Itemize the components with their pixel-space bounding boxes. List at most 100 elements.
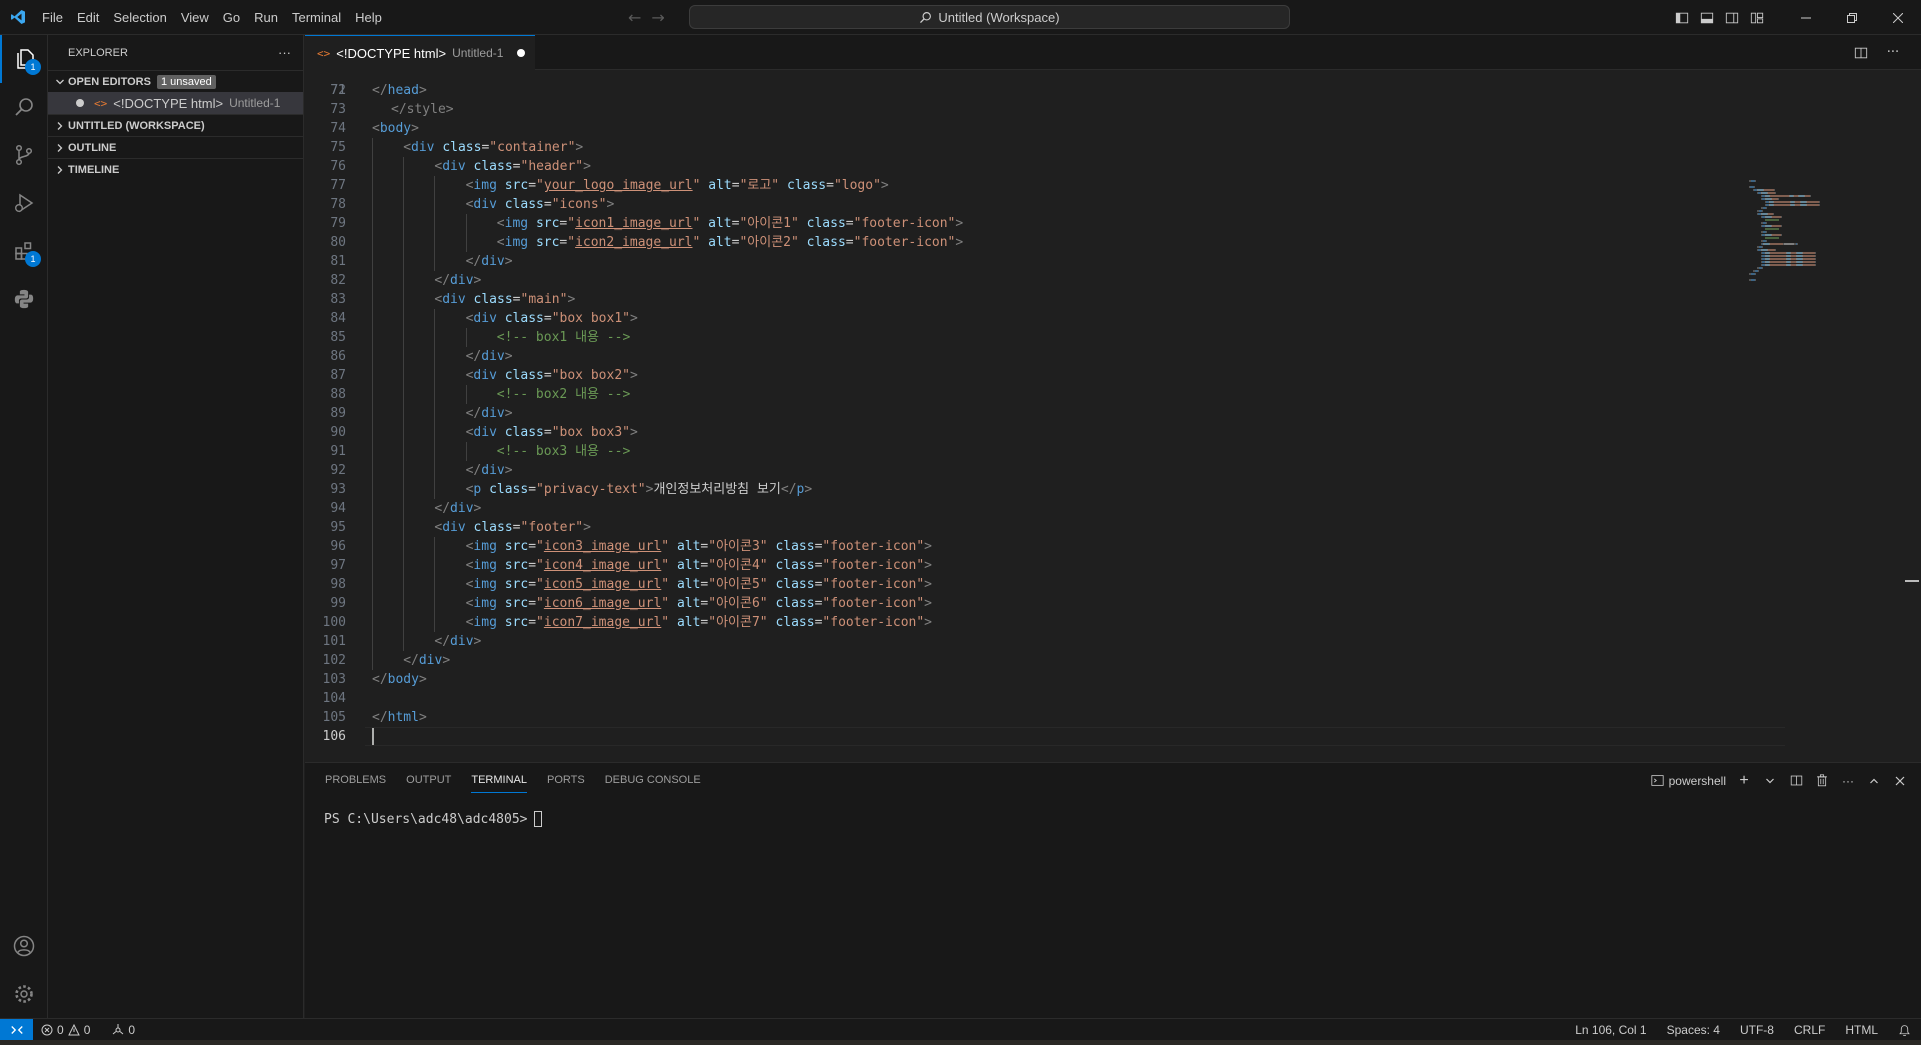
explorer-more-actions-icon[interactable]: ···: [278, 45, 291, 60]
open-editor-item[interactable]: <> <!DOCTYPE html> Untitled-1: [48, 92, 303, 114]
close-window-icon[interactable]: [1875, 0, 1921, 35]
activity-manage[interactable]: [0, 970, 48, 1018]
activity-explorer[interactable]: 1: [0, 35, 48, 83]
minimap[interactable]: [1749, 70, 1859, 300]
indent-guide: [372, 423, 373, 442]
code-token: class: [775, 615, 815, 630]
code-token: src: [535, 216, 560, 231]
menu-terminal[interactable]: Terminal: [285, 0, 348, 35]
remote-indicator[interactable]: [0, 1018, 33, 1041]
tab-ports[interactable]: PORTS: [537, 763, 595, 798]
code-token: class: [775, 539, 815, 554]
activity-accounts[interactable]: [0, 922, 48, 970]
language-mode[interactable]: HTML: [1845, 1023, 1878, 1037]
panel-more-actions-icon[interactable]: ···: [1837, 770, 1859, 792]
indent-guide: [403, 423, 405, 442]
indent-guide: [403, 594, 405, 613]
activity-source-control[interactable]: [0, 131, 48, 179]
code-token: >: [411, 121, 419, 136]
outline-section[interactable]: OUTLINE: [48, 136, 303, 158]
problems-status[interactable]: 0 0 0: [33, 1023, 135, 1037]
menu-file[interactable]: File: [35, 0, 70, 35]
indentation[interactable]: Spaces: 4: [1667, 1023, 1720, 1037]
minimap-stroke: [1762, 210, 1763, 212]
menu-view[interactable]: View: [174, 0, 216, 35]
close-panel-icon[interactable]: [1889, 770, 1911, 792]
line-number: 105: [322, 710, 346, 725]
toggle-secondary-sidebar-icon[interactable]: [1719, 0, 1744, 35]
tab-untitled-1[interactable]: <> <!DOCTYPE html> Untitled-1: [305, 35, 535, 70]
code-token: >: [418, 672, 427, 687]
restore-icon[interactable]: [1829, 0, 1875, 35]
timeline-section[interactable]: TIMELINE: [48, 158, 303, 180]
end-of-line[interactable]: CRLF: [1794, 1023, 1825, 1037]
line-number: 88: [330, 387, 346, 402]
indent-guide: [434, 309, 436, 328]
command-center-search[interactable]: Untitled (Workspace): [689, 5, 1290, 29]
line-number: 72: [330, 83, 346, 98]
chevron-right-icon: [52, 165, 68, 175]
activity-python[interactable]: [0, 275, 48, 323]
tab-debug-console[interactable]: DEBUG CONSOLE: [595, 763, 711, 798]
split-terminal-icon[interactable]: [1785, 770, 1807, 792]
minimap-stroke: [1765, 228, 1779, 230]
code-token: "footer-icon": [853, 216, 956, 231]
taskbar-strip: [0, 1040, 1921, 1045]
error-count: 0: [57, 1022, 64, 1037]
code-token: div: [450, 501, 474, 516]
code-line: 99 <img src="icon6_image_url" alt="아이콘6" …: [305, 594, 1785, 613]
toggle-panel-icon[interactable]: [1694, 0, 1719, 35]
code-token: class: [786, 178, 827, 193]
forward-arrow-icon[interactable]: →: [651, 8, 664, 27]
open-editors-section[interactable]: OPEN EDITORS 1 unsaved: [48, 70, 303, 92]
menu-edit[interactable]: Edit: [70, 0, 106, 35]
tab-terminal[interactable]: TERMINAL: [461, 763, 537, 798]
tab-output[interactable]: OUTPUT: [396, 763, 461, 798]
code-token: div: [473, 311, 497, 326]
indent-guide: [372, 385, 373, 404]
bell-icon[interactable]: [1898, 1024, 1911, 1037]
maximize-panel-icon[interactable]: [1863, 770, 1885, 792]
minimap-stroke: [1775, 201, 1789, 203]
code-token: "아이콘6": [708, 596, 768, 611]
tab-problems[interactable]: PROBLEMS: [315, 763, 396, 798]
indent-guide: [434, 347, 436, 366]
menu-selection[interactable]: Selection: [106, 0, 173, 35]
menu-go[interactable]: Go: [216, 0, 247, 35]
code-token: class: [775, 577, 815, 592]
code-token: >: [629, 311, 638, 326]
error-icon: [41, 1024, 53, 1035]
terminal-output[interactable]: PS C:\Users\adc48\adc4805>: [324, 811, 542, 827]
trash-icon[interactable]: [1811, 770, 1833, 792]
chevron-down-icon[interactable]: [1759, 770, 1781, 792]
menu-help[interactable]: Help: [348, 0, 389, 35]
split-editor-icon[interactable]: [1847, 35, 1875, 70]
menu-run[interactable]: Run: [247, 0, 285, 35]
encoding[interactable]: UTF-8: [1740, 1023, 1774, 1037]
workspace-title: Untitled (Workspace): [938, 9, 1060, 25]
code-line: 93 <p class="privacy-text">개인정보처리방침 보기</p…: [305, 480, 1785, 499]
workspace-section[interactable]: UNTITLED (WORKSPACE): [48, 114, 303, 136]
activity-search[interactable]: [0, 83, 48, 131]
cursor-position[interactable]: Ln 106, Col 1: [1575, 1023, 1646, 1037]
code-text: </div>: [466, 404, 513, 423]
indent-guide: [372, 309, 373, 328]
code-editor[interactable]: 71 </style> 72 </head> 73 74 <body> 75 <div cl…: [305, 70, 1921, 762]
modified-dot-icon[interactable]: [517, 49, 526, 57]
terminal-shell-selector[interactable]: powershell: [1648, 770, 1729, 792]
code-token: class: [504, 425, 544, 440]
activity-run-debug[interactable]: [0, 179, 48, 227]
indent-guide: [403, 518, 405, 537]
editor-more-actions-icon[interactable]: ···: [1879, 35, 1907, 70]
unsaved-dot-icon[interactable]: [76, 99, 84, 107]
minimap-stroke: [1755, 180, 1756, 182]
new-terminal-icon[interactable]: +: [1733, 770, 1755, 792]
minimap-stroke: [1770, 243, 1783, 245]
back-arrow-icon[interactable]: ←: [628, 8, 641, 27]
minimize-icon[interactable]: [1783, 0, 1829, 35]
activity-extensions[interactable]: 1: [0, 227, 48, 275]
code-line: 95 <div class="footer">: [305, 518, 1785, 537]
customize-layout-icon[interactable]: [1744, 0, 1769, 35]
toggle-primary-sidebar-icon[interactable]: [1669, 0, 1694, 35]
line-number: 99: [330, 596, 346, 611]
